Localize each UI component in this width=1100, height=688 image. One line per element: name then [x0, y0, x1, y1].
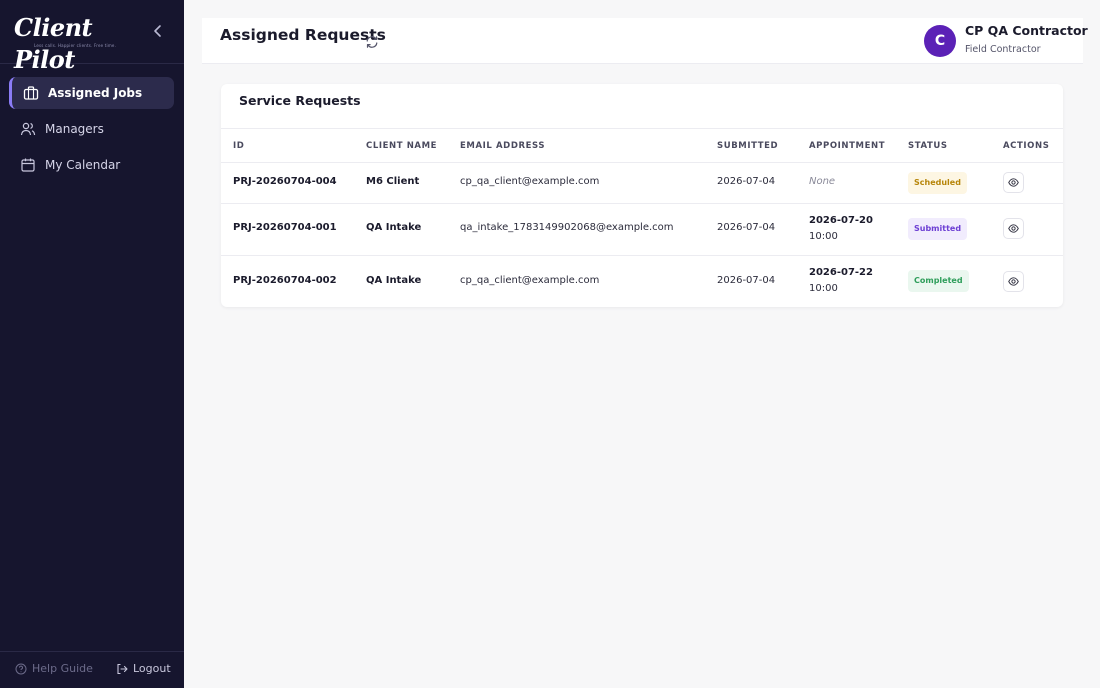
column-header-id: ID [233, 141, 245, 151]
logo-row: Client Pilot Less calls. Happier clients… [0, 0, 184, 74]
sidebar-nav: Assigned Jobs Managers My Calendar [9, 77, 174, 185]
logout-icon [117, 663, 128, 674]
card-title: Service Requests [239, 93, 361, 108]
avatar[interactable]: C [924, 25, 956, 57]
help-icon [15, 663, 27, 674]
sidebar-item-assigned-jobs[interactable]: Assigned Jobs [9, 77, 174, 109]
column-header-email: EMAIL ADDRESS [460, 141, 546, 151]
users-icon [20, 121, 36, 137]
eye-icon [1008, 277, 1019, 286]
table-header: ID CLIENT NAME EMAIL ADDRESS SUBMITTED A… [221, 128, 1063, 163]
refresh-button[interactable] [365, 34, 379, 48]
collapse-sidebar-button[interactable] [151, 24, 165, 40]
user-name: CP QA Contractor [965, 23, 1088, 38]
briefcase-icon [23, 85, 39, 101]
refresh-icon [366, 36, 378, 48]
column-header-client-name: CLIENT NAME [366, 141, 438, 151]
chevron-left-icon [154, 25, 161, 37]
calendar-icon [20, 157, 36, 173]
table-row[interactable]: PRJ-20260704-001 QA Intake qa_intake_178… [221, 204, 1063, 256]
logo-tagline: Less calls. Happier clients. Free time. [34, 43, 117, 48]
column-header-appointment: APPOINTMENT [809, 141, 886, 151]
status-badge: Completed [908, 270, 969, 292]
view-button[interactable] [1003, 172, 1024, 193]
view-button[interactable] [1003, 218, 1024, 239]
appointment-date: 2026-07-20 [809, 215, 873, 226]
client-name: M6 Client [366, 176, 420, 187]
appointment-none: None [809, 176, 836, 187]
table-row[interactable]: PRJ-20260704-004 M6 Client cp_qa_client@… [221, 163, 1063, 204]
logout-button[interactable]: Logout [116, 662, 171, 675]
top-header: Assigned Requests C CP QA Contractor Fie… [202, 18, 1088, 64]
appointment-time: 10:00 [809, 283, 838, 294]
email-address: cp_qa_client@example.com [460, 176, 600, 187]
column-header-actions: ACTIONS [1003, 141, 1050, 151]
eye-icon [1008, 178, 1019, 187]
submitted-date: 2026-07-04 [717, 222, 776, 233]
sidebar-item-label: Assigned Jobs [48, 86, 143, 100]
column-header-status: STATUS [908, 141, 948, 151]
request-id: PRJ-20260704-002 [233, 275, 337, 286]
email-address: cp_qa_client@example.com [460, 275, 600, 286]
eye-icon [1008, 224, 1019, 233]
submitted-date: 2026-07-04 [717, 275, 776, 286]
request-id: PRJ-20260704-004 [233, 176, 337, 187]
help-guide-label: Help Guide [32, 662, 93, 675]
request-id: PRJ-20260704-001 [233, 222, 337, 233]
appointment-datetime: 2026-07-22 10:00 [809, 265, 873, 297]
app-logo[interactable]: Client Pilot Less calls. Happier clients… [14, 12, 136, 74]
status-badge: Scheduled [908, 172, 967, 194]
view-button[interactable] [1003, 271, 1024, 292]
appointment-time: 10:00 [809, 231, 838, 242]
client-name: QA Intake [366, 275, 422, 286]
sidebar-footer: Help Guide Logout [0, 651, 184, 688]
logout-label: Logout [133, 662, 171, 675]
appointment-datetime: 2026-07-20 10:00 [809, 213, 873, 245]
sidebar: Client Pilot Less calls. Happier clients… [0, 0, 184, 688]
help-guide-link[interactable]: Help Guide [15, 662, 93, 675]
client-name: QA Intake [366, 222, 422, 233]
sidebar-item-my-calendar[interactable]: My Calendar [9, 149, 174, 181]
service-requests-card: Service Requests ID CLIENT NAME EMAIL AD… [221, 84, 1063, 307]
appointment-date: 2026-07-22 [809, 267, 873, 278]
sidebar-item-label: Managers [45, 122, 104, 136]
email-address: qa_intake_1783149902068@example.com [460, 222, 674, 233]
column-header-submitted: SUBMITTED [717, 141, 779, 151]
submitted-date: 2026-07-04 [717, 176, 776, 187]
user-role: Field Contractor [965, 44, 1041, 55]
page-title: Assigned Requests [220, 26, 386, 44]
sidebar-item-managers[interactable]: Managers [9, 113, 174, 145]
status-badge: Submitted [908, 218, 968, 240]
table-row[interactable]: PRJ-20260704-002 QA Intake cp_qa_client@… [221, 256, 1063, 307]
sidebar-item-label: My Calendar [45, 158, 121, 172]
